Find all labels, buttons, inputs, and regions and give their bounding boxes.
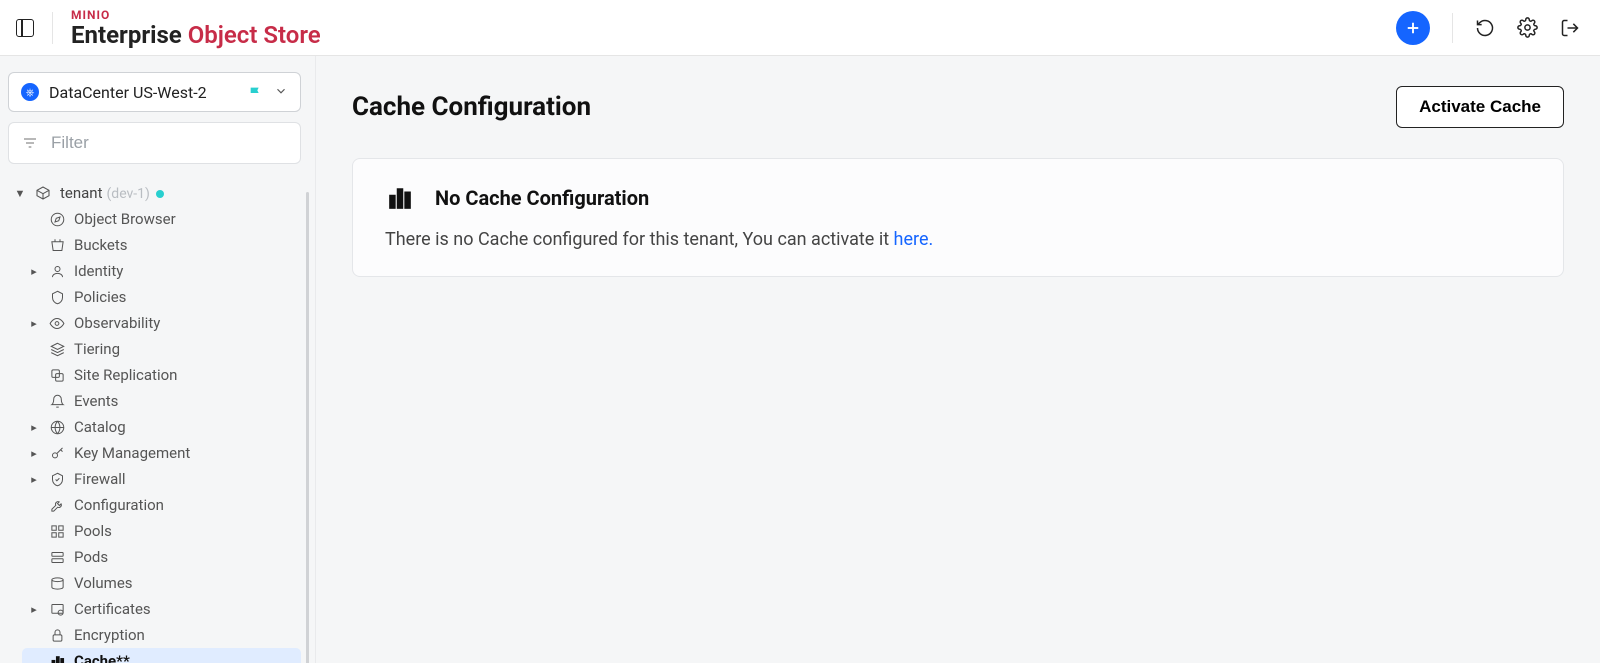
compass-icon: [48, 212, 66, 227]
sidebar-item-label: Site Replication: [74, 366, 295, 384]
sidebar-item-label: Pools: [74, 522, 295, 540]
sidebar-nav: ▼ tenant(dev-1) ▸Object Browser ▸Buckets…: [8, 180, 301, 663]
bars-icon: [385, 185, 415, 211]
refresh-button[interactable]: [1475, 18, 1495, 38]
sidebar-item-object-browser[interactable]: ▸Object Browser: [22, 206, 301, 232]
sidebar-item-key-management[interactable]: ▸Key Management: [22, 440, 301, 466]
filter-input-wrap[interactable]: [8, 122, 301, 164]
sidebar-item-label: Object Browser: [74, 210, 295, 228]
sidebar-item-volumes[interactable]: ▸Volumes: [22, 570, 301, 596]
shield-icon: [48, 290, 66, 305]
datacenter-name: DataCenter US-West-2: [49, 83, 238, 102]
sidebar-item-pods[interactable]: ▸Pods: [22, 544, 301, 570]
bars-icon: [48, 654, 66, 663]
tenant-suffix: (dev-1): [107, 186, 150, 202]
sidebar-item-identity[interactable]: ▸Identity: [22, 258, 301, 284]
filter-input[interactable]: [51, 133, 288, 153]
grid-icon: [48, 524, 66, 539]
eye-icon: [48, 316, 66, 331]
empty-state-card: No Cache Configuration There is no Cache…: [352, 158, 1564, 277]
divider: [1452, 13, 1453, 43]
sidebar-item-events[interactable]: ▸Events: [22, 388, 301, 414]
sidebar-item-site-replication[interactable]: ▸Site Replication: [22, 362, 301, 388]
wrench-icon: [48, 498, 66, 513]
empty-state-body: There is no Cache configured for this te…: [385, 229, 1531, 250]
sidebar-item-pools[interactable]: ▸Pools: [22, 518, 301, 544]
kubernetes-icon: ⎈: [21, 83, 39, 101]
sidebar-item-label: Cache**: [74, 652, 295, 663]
sidebar-item-label: Catalog: [74, 418, 295, 436]
top-bar: MINIO Enterprise Object Store: [0, 0, 1600, 56]
bucket-icon: [48, 238, 66, 253]
sidebar-item-label: Events: [74, 392, 295, 410]
sidebar-item-label: Observability: [74, 314, 295, 332]
layers-icon: [48, 342, 66, 357]
key-icon: [48, 446, 66, 461]
logo-word-primary: Enterprise: [71, 21, 188, 49]
divider: [52, 12, 53, 44]
user-icon: [48, 264, 66, 279]
scrollbar[interactable]: [306, 192, 309, 663]
filter-icon: [21, 135, 39, 151]
lock-icon: [48, 628, 66, 643]
datacenter-selector[interactable]: ⎈ DataCenter US-West-2: [8, 72, 301, 112]
copy-icon: [48, 368, 66, 383]
logout-button[interactable]: [1560, 18, 1580, 38]
sidebar-item-label: Policies: [74, 288, 295, 306]
flag-icon: [248, 85, 264, 99]
logo-small: MINIO: [71, 9, 321, 21]
shield-check-icon: [48, 472, 66, 487]
globe-icon: [48, 420, 66, 435]
create-button[interactable]: [1396, 11, 1430, 45]
sidebar-item-observability[interactable]: ▸Observability: [22, 310, 301, 336]
sidebar-item-label: Volumes: [74, 574, 295, 592]
sidebar-item-label: Tiering: [74, 340, 295, 358]
activate-cache-button[interactable]: Activate Cache: [1396, 86, 1564, 128]
sidebar-item-catalog[interactable]: ▸Catalog: [22, 414, 301, 440]
sidebar-item-buckets[interactable]: ▸Buckets: [22, 232, 301, 258]
sidebar-item-label: Configuration: [74, 496, 295, 514]
sidebar-item-label: Identity: [74, 262, 295, 280]
sidebar-item-label: Firewall: [74, 470, 295, 488]
sidebar-item-tiering[interactable]: ▸Tiering: [22, 336, 301, 362]
logo: MINIO Enterprise Object Store: [71, 9, 321, 47]
empty-state-title: No Cache Configuration: [435, 186, 649, 210]
activate-here-link[interactable]: here.: [894, 229, 934, 250]
sidebar-item-configuration[interactable]: ▸Configuration: [22, 492, 301, 518]
chevron-down-icon: [274, 83, 288, 102]
box-icon: [34, 185, 52, 201]
sidebar-item-certificates[interactable]: ▸Certificates: [22, 596, 301, 622]
sidebar-item-tenant[interactable]: ▼ tenant(dev-1): [8, 180, 301, 206]
settings-button[interactable]: [1517, 17, 1538, 38]
empty-state-text: There is no Cache configured for this te…: [385, 229, 894, 250]
sidebar-item-cache[interactable]: ▸Cache**: [22, 648, 301, 663]
bell-icon: [48, 394, 66, 409]
top-actions: [1396, 11, 1580, 45]
server-icon: [48, 550, 66, 565]
logo-word-secondary: Object Store: [188, 21, 321, 49]
sidebar-toggle-button[interactable]: [16, 19, 34, 37]
sidebar: ⎈ DataCenter US-West-2 ▼ tenant(dev-1): [0, 56, 316, 663]
sidebar-item-label: Pods: [74, 548, 295, 566]
sidebar-item-firewall[interactable]: ▸Firewall: [22, 466, 301, 492]
sidebar-item-label: Buckets: [74, 236, 295, 254]
sidebar-item-encryption[interactable]: ▸Encryption: [22, 622, 301, 648]
sidebar-item-label: Key Management: [74, 444, 295, 462]
sidebar-item-label: Encryption: [74, 626, 295, 644]
sidebar-item-label: tenant: [60, 184, 103, 202]
certificate-icon: [48, 602, 66, 617]
main-content: Cache Configuration Activate Cache No Ca…: [316, 56, 1600, 663]
disk-icon: [48, 576, 66, 591]
page-title: Cache Configuration: [352, 92, 1396, 122]
logo-main: Enterprise Object Store: [71, 23, 321, 47]
sidebar-item-label: Certificates: [74, 600, 295, 618]
status-dot: [156, 190, 164, 198]
sidebar-item-policies[interactable]: ▸Policies: [22, 284, 301, 310]
